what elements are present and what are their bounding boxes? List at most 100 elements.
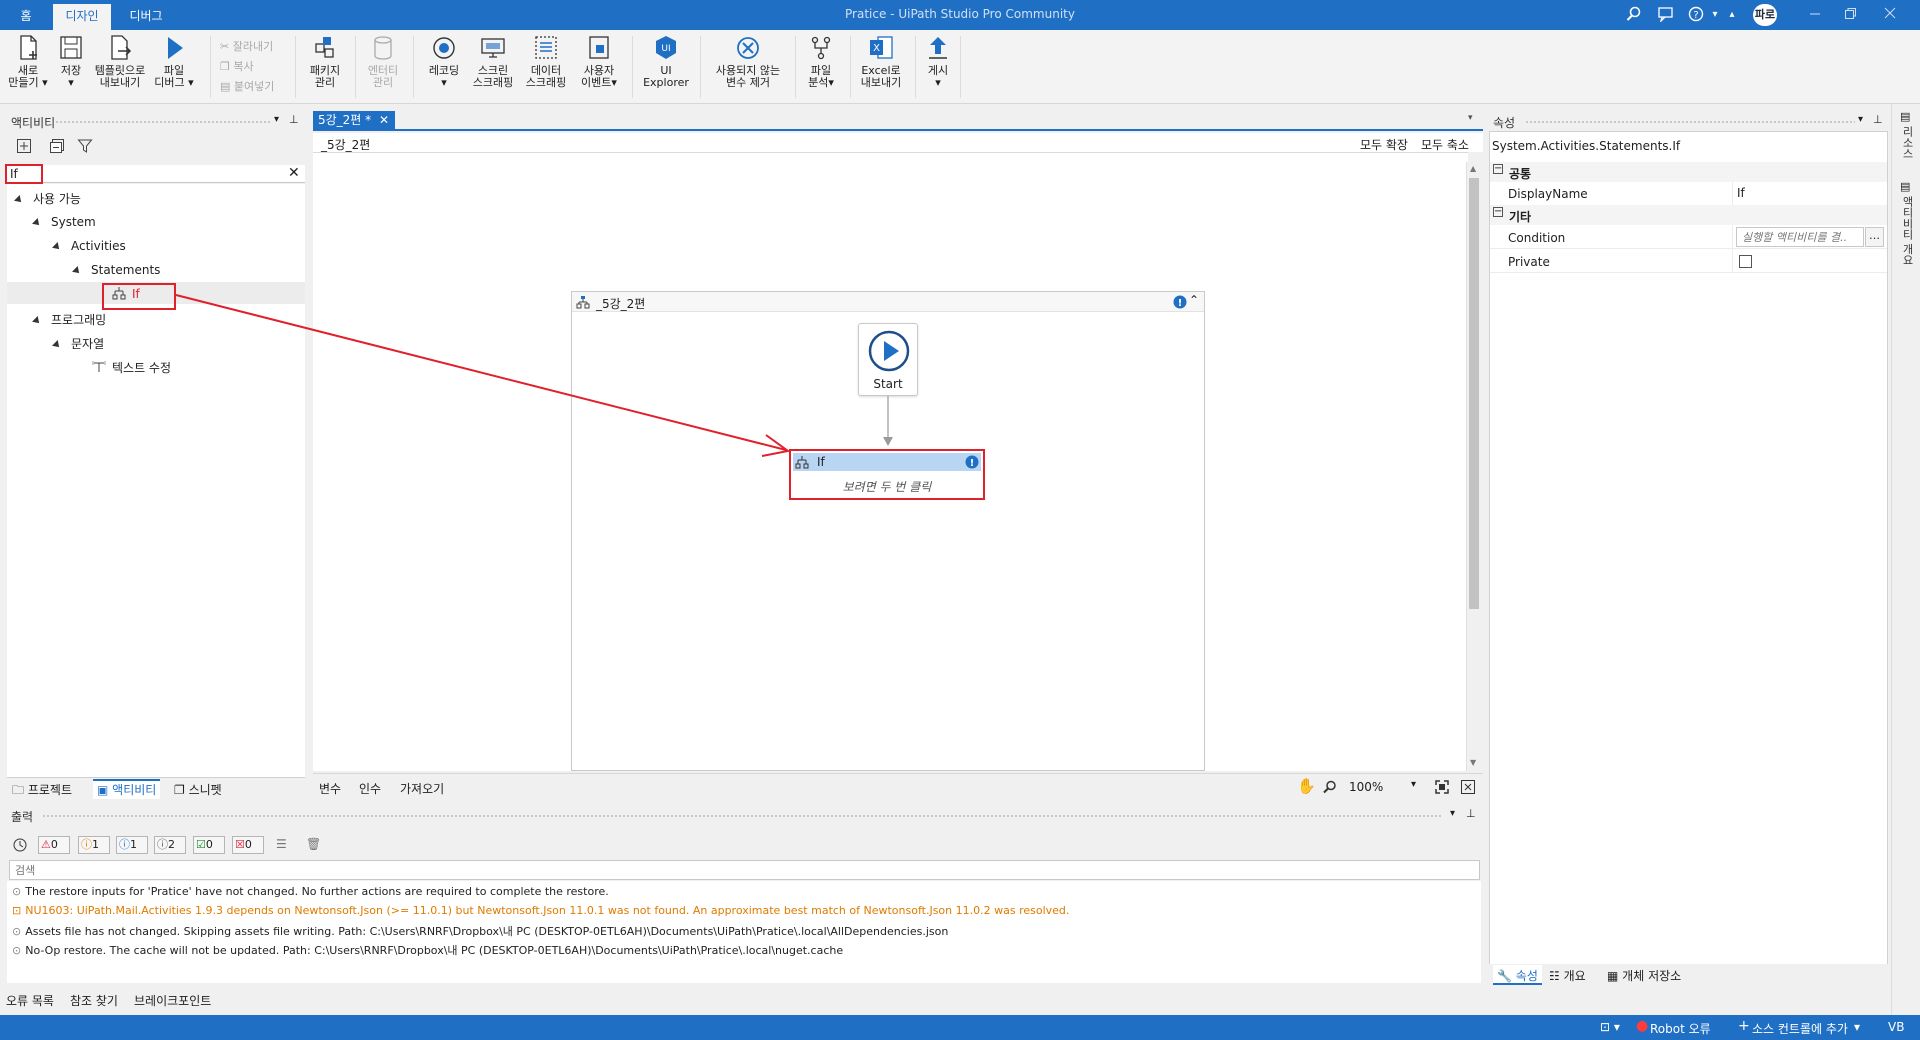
filter-errors[interactable]: ⚠0	[38, 836, 70, 854]
panel-menu-icon[interactable]: ▾	[1858, 114, 1863, 125]
export-template-button[interactable]: 템플릿으로 내보내기	[90, 34, 150, 89]
tab-find-references[interactable]: 참조 찾기	[70, 992, 118, 1009]
screen-scraping-button[interactable]: 스크린 스크래핑	[469, 34, 517, 89]
export-excel-button[interactable]: X Excel로 내보내기	[856, 34, 906, 89]
warning-info-icon[interactable]: !	[1173, 295, 1187, 309]
wrap-lines-icon[interactable]: ☰	[276, 837, 287, 851]
search-icon[interactable]	[1624, 6, 1644, 24]
collapse-all-icon[interactable]	[49, 138, 67, 156]
file-analysis-button[interactable]: 파일 분석▾	[800, 34, 842, 89]
robot-error-status[interactable]: Robot 오류	[1650, 1020, 1711, 1037]
paste-button[interactable]: ▤ 붙여넣기	[220, 78, 274, 94]
avatar[interactable]: 파로	[1753, 4, 1777, 26]
copy-button[interactable]: ❐ 복사	[220, 58, 254, 74]
add-source-control-button[interactable]: 소스 컨트롤에 추가	[1752, 1020, 1848, 1037]
tree-node-statements[interactable]: Statements	[72, 263, 160, 277]
filter-failure[interactable]: ☒0	[232, 836, 264, 854]
zoom-level-select[interactable]: 100%	[1349, 780, 1383, 794]
restore-icon[interactable]	[1840, 6, 1860, 24]
overview-icon[interactable]	[1460, 779, 1476, 795]
tab-object-repository[interactable]: ▦ 개체 저장소	[1607, 967, 1681, 984]
start-node[interactable]: Start	[858, 323, 918, 396]
scrollbar-thumb[interactable]	[1469, 178, 1479, 609]
tab-resources[interactable]: 리소스	[1899, 126, 1915, 159]
clear-output-icon[interactable]: 🗑	[306, 837, 321, 851]
source-control-dropdown-icon[interactable]: ▾	[1854, 1020, 1860, 1034]
filter-trace[interactable]: ⓘ2	[154, 836, 186, 854]
canvas-scrollbar[interactable]: ▲ ▼	[1466, 162, 1481, 771]
expand-all-button[interactable]: 모두 확장	[1360, 136, 1408, 153]
close-icon[interactable]	[1880, 6, 1900, 24]
output-search-input[interactable]	[9, 860, 1480, 880]
save-button[interactable]: 저장 ▾	[55, 34, 87, 89]
collapse-box-icon[interactable]: −	[1493, 207, 1503, 217]
language-indicator[interactable]: VB	[1888, 1020, 1904, 1034]
tree-node-system[interactable]: System	[32, 215, 96, 229]
tab-breakpoints[interactable]: 브레이크포인트	[134, 992, 211, 1009]
chevron-up-icon[interactable]: ▴	[1722, 6, 1742, 24]
tree-node-available[interactable]: 사용 가능	[14, 190, 81, 207]
activity-overview-icon[interactable]: ▤	[1900, 180, 1910, 193]
filter-info[interactable]: ⓘ1	[116, 836, 148, 854]
cut-button[interactable]: ✂ 잘라내기	[220, 38, 273, 54]
manage-packages-button[interactable]: 패키지 관리	[305, 34, 345, 89]
filter-icon[interactable]	[77, 138, 95, 156]
hand-pan-icon[interactable]: ✋	[1297, 777, 1316, 795]
activities-search-input[interactable]: If ✕	[7, 165, 305, 183]
new-button[interactable]: 새로 만들기 ▾	[8, 34, 48, 89]
help-icon[interactable]: ?	[1686, 6, 1706, 24]
zoom-dropdown-icon[interactable]: ▾	[1411, 779, 1416, 790]
pin-icon[interactable]: ⊥	[1873, 113, 1883, 126]
clear-search-icon[interactable]: ✕	[288, 165, 300, 181]
minimize-icon[interactable]	[1805, 6, 1825, 24]
tab-activity-overview[interactable]: 액티비티 개요	[1899, 196, 1915, 266]
clock-icon[interactable]	[13, 838, 27, 852]
debug-file-button[interactable]: 파일 디버그 ▾	[154, 34, 194, 89]
close-tab-icon[interactable]: ✕	[379, 111, 389, 130]
manage-entities-button[interactable]: 엔터티 관리	[363, 34, 403, 89]
condition-expression-button[interactable]: …	[1865, 227, 1884, 247]
tab-design[interactable]: 디자인	[53, 4, 111, 30]
remove-unused-variables-button[interactable]: 사용되지 않는 변수 제거	[708, 34, 788, 89]
pin-icon[interactable]: ⊥	[1466, 807, 1476, 820]
tab-variables[interactable]: 변수	[319, 780, 341, 797]
tab-list-dropdown-icon[interactable]: ▾	[1468, 113, 1473, 123]
fit-to-screen-icon[interactable]	[1434, 779, 1450, 795]
tab-arguments[interactable]: 인수	[359, 780, 381, 797]
feedback-icon[interactable]	[1656, 6, 1676, 24]
collapse-up-icon[interactable]: ⌃	[1189, 293, 1199, 307]
tree-node-programming[interactable]: 프로그래밍	[32, 311, 106, 328]
tree-node-activities[interactable]: Activities	[52, 239, 126, 253]
publish-button[interactable]: 게시 ▾	[922, 34, 954, 89]
collapse-all-button[interactable]: 모두 축소	[1421, 136, 1469, 153]
pin-icon[interactable]: ⊥	[289, 113, 299, 126]
filter-warnings[interactable]: ⓘ1	[78, 836, 110, 854]
panel-menu-icon[interactable]: ▾	[274, 114, 279, 125]
property-category-misc[interactable]: − 기타	[1490, 205, 1887, 225]
tab-error-list[interactable]: 오류 목록	[6, 992, 54, 1009]
private-checkbox[interactable]	[1739, 255, 1752, 268]
scroll-down-icon[interactable]: ▼	[1470, 758, 1476, 767]
tree-node-string[interactable]: 문자열	[52, 335, 104, 352]
user-events-button[interactable]: 사용자 이벤트▾	[575, 34, 623, 89]
tree-node-modify-text[interactable]: 텍스트 수정	[92, 359, 171, 376]
property-category-common[interactable]: − 공통	[1490, 162, 1887, 182]
expand-all-icon[interactable]	[16, 138, 34, 156]
zoom-icon[interactable]	[1323, 780, 1337, 794]
document-tab[interactable]: 5강_2편 * ✕	[313, 111, 395, 131]
data-scraping-button[interactable]: 데이터 스크래핑	[522, 34, 570, 89]
collapse-box-icon[interactable]: −	[1493, 164, 1503, 174]
tab-project[interactable]: 🗀 프로젝트	[12, 781, 72, 802]
panel-menu-icon[interactable]: ▾	[1450, 808, 1455, 819]
scroll-up-icon[interactable]: ▲	[1470, 164, 1476, 173]
condition-input[interactable]	[1736, 227, 1864, 247]
tab-properties[interactable]: 🔧 속성	[1493, 965, 1542, 985]
tab-outline[interactable]: ☷ 개요	[1549, 967, 1586, 984]
validation-warning-icon[interactable]: !	[965, 455, 979, 469]
resources-icon[interactable]: ▤	[1900, 110, 1910, 123]
recording-button[interactable]: 레코딩 ▾	[420, 34, 468, 89]
tab-home[interactable]: 홈	[8, 4, 44, 30]
tree-node-if[interactable]: If	[112, 286, 140, 301]
tab-snippets[interactable]: ❐ 스니펫	[174, 781, 222, 798]
tab-imports[interactable]: 가져오기	[400, 780, 444, 797]
